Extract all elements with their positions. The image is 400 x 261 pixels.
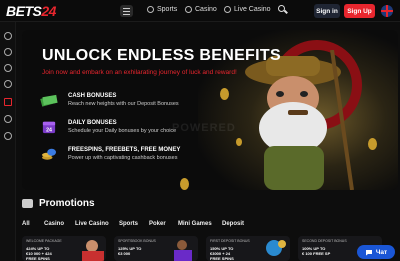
tab-all[interactable]: All [22,221,30,227]
sidebar-gift-icon[interactable] [4,98,12,106]
live-casino-icon [224,6,231,13]
feature-title: DAILY BONUSES [68,120,117,126]
signin-button[interactable]: Sign in [314,4,340,18]
hamburger-line [123,11,130,12]
logo-number: 24 [41,3,56,19]
sidebar-megaphone-icon[interactable] [4,115,12,123]
logo-text: BETS [6,3,42,19]
language-flag-icon[interactable] [381,5,393,17]
promo-card[interactable]: WELCOME PACKAGE 424% UP TO €10 000 + 424… [22,236,106,261]
chat-label: Чат [375,248,388,256]
promo-card-image [174,240,192,261]
hero-banner[interactable]: UNLOCK ENDLESS BENEFITS Join now and emb… [22,30,398,190]
hero-title: UNLOCK ENDLESS BENEFITS [42,47,281,64]
nav-sports[interactable]: Sports [147,6,177,13]
tab-deposit[interactable]: Deposit [222,221,244,227]
feature-title: CASH BONUSES [68,93,117,99]
promo-card-text: 424% UP TO €10 000 + 424 FREE SPINS [26,246,52,261]
signup-button[interactable]: Sign Up [344,4,375,18]
promo-card-text: 125% UP TO €3 000 [118,246,142,256]
search-icon[interactable] [278,5,288,15]
menu-button[interactable] [120,5,133,17]
gift-icon [22,199,33,208]
calendar-icon: 24 [42,121,56,133]
nav-live-casino-label: Live Casino [234,6,271,13]
coin-icon [368,138,377,150]
top-bar: BETS24 Sports Casino Live Casino Sign in… [0,0,400,22]
cash-icon [40,94,58,107]
nav-casino[interactable]: Casino [185,6,217,13]
chat-button[interactable]: Чат [357,245,395,259]
feature-description: Power up with captivating cashback bonus… [68,155,178,161]
tab-casino[interactable]: Casino [44,221,64,227]
sports-icon [147,6,154,13]
sidebar-live-icon[interactable] [4,48,12,56]
promo-card-label: WELCOME PACKAGE [26,239,62,243]
site-logo[interactable]: BETS24 [6,3,56,19]
sidebar-sports-icon[interactable] [4,32,12,40]
promo-card-image [82,240,104,261]
promo-card[interactable]: SPORTSBOOK BONUS 125% UP TO €3 000 [114,236,198,261]
tab-live-casino[interactable]: Live Casino [75,221,109,227]
coin-icon [180,178,189,190]
coins-icon [42,148,56,160]
feature-description: Schedule your Daily bonuses by your choi… [68,128,177,134]
promo-card-label: FIRST DEPOSIT BONUS [210,239,250,243]
nav-live-casino[interactable]: Live Casino [224,6,271,13]
hero-subtitle: Join now and embark on an exhilarating j… [42,69,237,76]
tab-poker[interactable]: Poker [149,221,166,227]
feature-description: Reach new heights with our Deposit Bonus… [68,101,179,107]
watermark-text: POWERED [172,122,236,134]
promo-card[interactable]: FIRST DEPOSIT BONUS 150% UP TO €3000 + 2… [206,236,290,261]
tab-mini-games[interactable]: Mini Games [178,221,212,227]
hamburger-line [123,14,130,15]
nav-sports-label: Sports [157,6,178,13]
promo-card-text: 150% UP TO €3000 + 24 FREE SPINS [210,246,234,261]
chat-bubble-icon [365,249,372,255]
promo-card-image [266,240,286,256]
promo-card-text: 100% UP TO € 100 FREE SP [302,246,331,256]
sidebar [0,22,16,261]
hamburger-line [123,8,130,9]
promo-cards: WELCOME PACKAGE 424% UP TO €10 000 + 424… [22,236,400,261]
miner-character-illustration [245,50,354,190]
casino-icon [185,6,192,13]
svg-text:24: 24 [46,127,52,133]
promotions-title: Promotions [39,198,95,209]
nav-casino-label: Casino [195,6,217,13]
tab-sports[interactable]: Sports [119,221,138,227]
feature-title: FREESPINS, FREEBETS, FREE MONEY [68,147,181,153]
promo-card-label: SPORTSBOOK BONUS [118,239,156,243]
sidebar-casino-icon[interactable] [4,64,12,72]
promo-card-label: SECOND DEPOSIT BONUS [302,239,347,243]
sidebar-help-icon[interactable] [4,132,12,140]
sidebar-games-icon[interactable] [4,80,12,88]
